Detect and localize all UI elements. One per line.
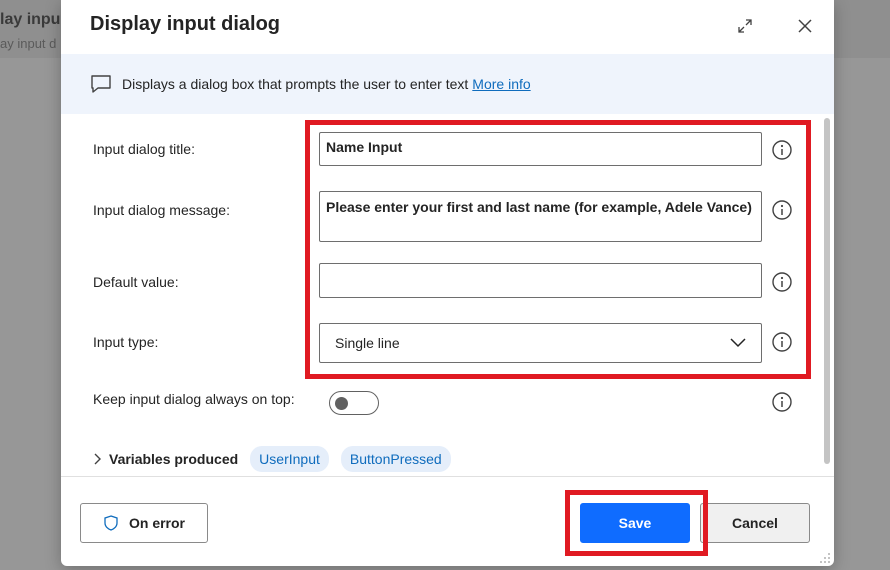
always-on-top-label: Keep input dialog always on top: xyxy=(93,391,295,407)
variables-produced-label: Variables produced xyxy=(109,451,239,467)
close-button[interactable] xyxy=(791,12,819,40)
input-type-value: Single line xyxy=(335,335,400,351)
default-value-label: Default value: xyxy=(93,274,179,290)
info-icon[interactable] xyxy=(771,391,793,413)
more-info-link[interactable]: More info xyxy=(472,76,530,92)
info-icon[interactable] xyxy=(771,139,793,161)
title-label: Input dialog title: xyxy=(93,141,195,157)
message-icon xyxy=(91,75,111,93)
toggle-knob xyxy=(335,397,348,410)
background-subtitle: ay input d xyxy=(0,36,57,51)
info-banner: Displays a dialog box that prompts the u… xyxy=(61,54,834,114)
variables-produced-row: Variables produced UserInput ButtonPress… xyxy=(91,444,463,474)
display-input-dialog: Display input dialog Displays a dialog b… xyxy=(61,0,834,566)
info-text: Displays a dialog box that prompts the u… xyxy=(122,76,469,92)
scroll-thumb[interactable] xyxy=(824,118,830,464)
default-value-input[interactable] xyxy=(319,263,762,298)
scrollbar[interactable] xyxy=(823,118,831,464)
background-title: lay inpu xyxy=(0,11,61,28)
dialog-body: Input dialog title: Name Input Input dia… xyxy=(61,114,834,476)
dialog-footer: On error Save Cancel xyxy=(61,476,834,566)
title-input[interactable]: Name Input xyxy=(319,132,762,166)
resize-grip-icon[interactable] xyxy=(819,552,831,564)
variable-chip-userinput[interactable]: UserInput xyxy=(250,446,329,472)
info-icon[interactable] xyxy=(771,199,793,221)
on-error-button[interactable]: On error xyxy=(80,503,208,543)
info-icon[interactable] xyxy=(771,271,793,293)
expand-icon xyxy=(738,19,752,33)
chevron-down-icon xyxy=(730,338,746,348)
variable-chip-buttonpressed[interactable]: ButtonPressed xyxy=(340,446,451,472)
message-label: Input dialog message: xyxy=(93,202,230,218)
shield-icon xyxy=(104,515,118,531)
input-type-label: Input type: xyxy=(93,334,159,350)
message-input[interactable]: Please enter your first and last name (f… xyxy=(319,191,762,242)
dialog-header: Display input dialog xyxy=(61,0,834,54)
input-type-select[interactable]: Single line xyxy=(319,323,762,363)
save-button[interactable]: Save xyxy=(580,503,690,543)
chevron-right-icon[interactable] xyxy=(91,452,105,466)
dialog-title: Display input dialog xyxy=(90,13,281,35)
info-icon[interactable] xyxy=(771,331,793,353)
always-on-top-toggle[interactable] xyxy=(329,391,379,415)
expand-button[interactable] xyxy=(731,12,759,40)
close-icon xyxy=(798,19,812,33)
cancel-button[interactable]: Cancel xyxy=(700,503,810,543)
on-error-label: On error xyxy=(128,515,185,531)
